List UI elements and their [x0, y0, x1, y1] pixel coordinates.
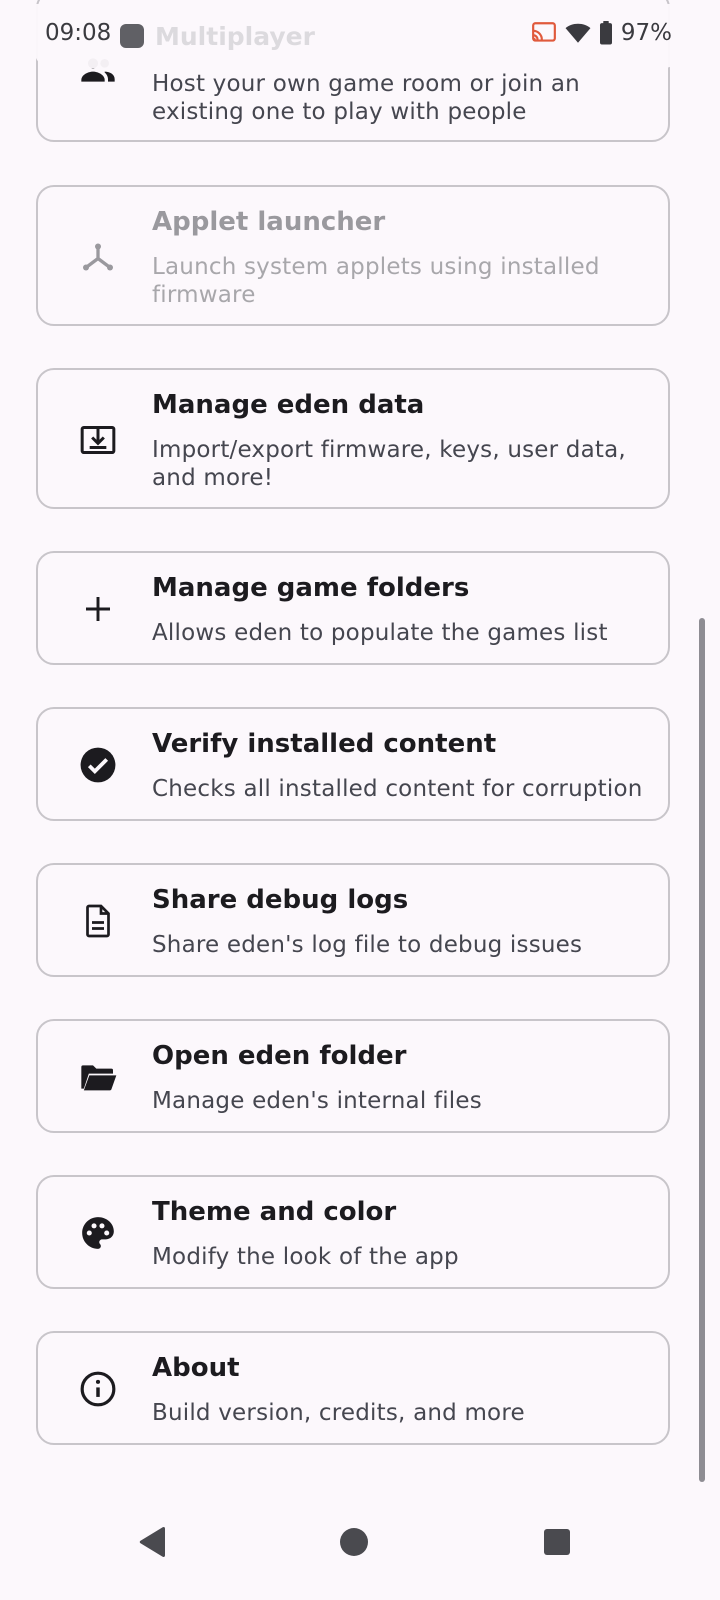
wifi-icon — [565, 22, 591, 44]
card-title: About — [152, 1353, 240, 1383]
card-description: Manage eden's internal files — [152, 1088, 482, 1114]
card-title: Open eden folder — [152, 1041, 407, 1071]
cast-icon — [531, 22, 557, 44]
card-debug-logs[interactable]: Share debug logs Share eden's log file t… — [36, 863, 670, 977]
home-icon[interactable] — [324, 1512, 384, 1572]
toolbar-title: Multiplayer — [155, 22, 315, 51]
card-title: Applet launcher — [152, 207, 386, 237]
status-icons: 97% — [531, 20, 672, 46]
card-description: Import/export firmware, keys, user data,… — [152, 437, 626, 491]
document-icon — [78, 901, 118, 941]
card-description: Host your own game room or join an exist… — [152, 71, 580, 125]
navigation-bar — [0, 1486, 720, 1600]
card-title: Theme and color — [152, 1197, 397, 1227]
check-circle-icon — [78, 745, 118, 785]
card-title: Manage game folders — [152, 573, 470, 603]
card-title: Manage eden data — [152, 390, 425, 420]
card-verify-content[interactable]: Verify installed content Checks all inst… — [36, 707, 670, 821]
scrollbar[interactable] — [699, 618, 705, 1482]
card-title: Share debug logs — [152, 885, 409, 915]
card-description: Modify the look of the app — [152, 1244, 459, 1270]
card-theme[interactable]: Theme and color Modify the look of the a… — [36, 1175, 670, 1289]
card-open-folder[interactable]: Open eden folder Manage eden's internal … — [36, 1019, 670, 1133]
palette-icon — [78, 1213, 118, 1253]
download-box-icon — [78, 420, 118, 460]
notification-icon — [120, 24, 144, 48]
card-description: Launch system applets using installed fi… — [152, 254, 600, 308]
info-icon — [78, 1369, 118, 1409]
recents-icon[interactable] — [527, 1512, 587, 1572]
card-applet-launcher[interactable]: Applet launcher Launch system applets us… — [36, 185, 670, 326]
battery-percent: 97% — [620, 20, 672, 46]
applet-icon — [78, 237, 118, 277]
card-description: Checks all installed content for corrupt… — [152, 776, 643, 802]
back-icon[interactable] — [122, 1512, 182, 1572]
status-bar: 09:08 Multiplayer 97% — [0, 0, 720, 72]
plus-icon — [78, 589, 118, 629]
card-description: Build version, credits, and more — [152, 1400, 525, 1426]
card-game-folders[interactable]: Manage game folders Allows eden to popul… — [36, 551, 670, 665]
card-about[interactable]: About Build version, credits, and more — [36, 1331, 670, 1445]
card-manage-data[interactable]: Manage eden data Import/export firmware,… — [36, 368, 670, 509]
battery-icon — [599, 21, 613, 45]
status-time: 09:08 — [45, 20, 112, 46]
card-description: Share eden's log file to debug issues — [152, 932, 583, 958]
card-description: Allows eden to populate the games list — [152, 620, 608, 646]
folder-open-icon — [78, 1057, 118, 1097]
card-title: Verify installed content — [152, 729, 497, 759]
